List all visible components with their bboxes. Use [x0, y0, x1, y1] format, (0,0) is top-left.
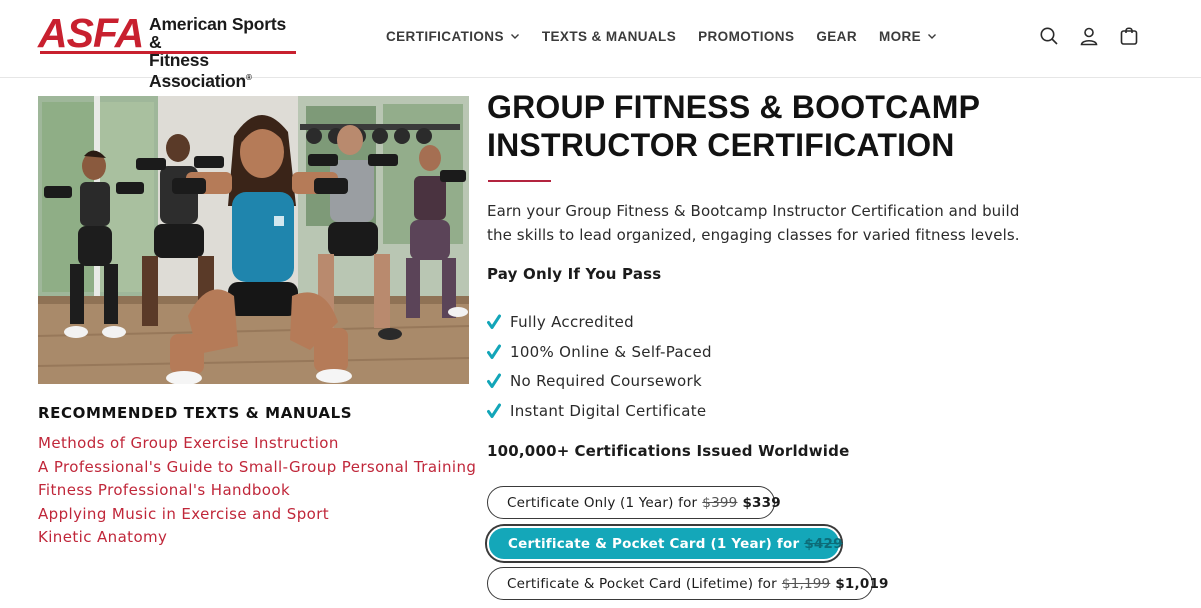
checkmark-icon — [487, 373, 501, 389]
recommended-list: Methods of Group Exercise Instruction A … — [38, 432, 476, 550]
recommended-link[interactable]: Methods of Group Exercise Instruction — [38, 432, 476, 456]
option-label: Certificate & Pocket Card (1 Year) for — [508, 535, 800, 552]
search-button[interactable] — [1038, 24, 1060, 48]
option-price: $365 — [847, 535, 887, 552]
chevron-down-icon — [510, 34, 519, 39]
feature-item: Instant Digital Certificate — [487, 396, 712, 426]
site-header: ASFA American Sports & Fitness Associati… — [0, 0, 1201, 90]
option-certificate-pocket-card-lifetime[interactable]: Certificate & Pocket Card (Lifetime) for… — [487, 567, 888, 600]
option-label: Certificate & Pocket Card (Lifetime) for — [507, 575, 777, 592]
feature-item: Fully Accredited — [487, 307, 712, 337]
product-description: Earn your Group Fitness & Bootcamp Instr… — [487, 202, 1020, 244]
option-old-price: $1,199 — [781, 575, 831, 592]
recommended-link[interactable]: Fitness Professional's Handbook — [38, 479, 476, 503]
title-divider — [488, 180, 551, 182]
main-nav: CERTIFICATIONS TEXTS & MANUALS PROMOTION… — [386, 27, 959, 45]
logo-underline — [40, 51, 296, 54]
cart-icon — [1120, 27, 1138, 45]
option-price: $1,019 — [835, 575, 889, 592]
logo-mark: ASFA — [38, 10, 144, 56]
option-old-price: $399 — [702, 494, 738, 511]
nav-texts-manuals[interactable]: TEXTS & MANUALS — [542, 29, 676, 44]
pay-note: Pay Only If You Pass — [487, 265, 662, 283]
recommended-link[interactable]: Kinetic Anatomy — [38, 526, 476, 550]
issued-count: 100,000+ Certifications Issued Worldwide — [487, 442, 849, 460]
checkmark-icon — [487, 314, 501, 329]
checkmark-icon — [487, 403, 501, 418]
nav-more[interactable]: MORE — [879, 29, 937, 44]
nav-promotions[interactable]: PROMOTIONS — [698, 29, 794, 44]
logo-name-line2: Fitness Association® — [149, 50, 252, 91]
product-title-line1: GROUP FITNESS & BOOTCAMP — [487, 89, 981, 125]
header-icons — [1038, 24, 1158, 48]
search-icon — [1040, 27, 1058, 45]
option-price: $339 — [742, 494, 781, 511]
product-title: GROUP FITNESS & BOOTCAMP INSTRUCTOR CERT… — [487, 88, 1047, 164]
feature-item: 100% Online & Self-Paced — [487, 337, 712, 367]
issued-number: 100,000+ — [487, 442, 570, 460]
checkmark-icon — [487, 344, 501, 359]
option-certificate-pocket-card-1yr[interactable]: Certificate & Pocket Card (1 Year) for $… — [487, 526, 886, 561]
option-old-price: $429 — [804, 535, 843, 552]
nav-certifications[interactable]: CERTIFICATIONS — [386, 29, 520, 44]
cart-button[interactable] — [1118, 24, 1140, 48]
recommended-title: RECOMMENDED TEXTS & MANUALS — [38, 404, 353, 422]
feature-list: Fully Accredited 100% Online & Self-Pace… — [487, 307, 712, 426]
logo-name-line1: American Sports & — [149, 14, 287, 52]
nav-gear[interactable]: GEAR — [816, 29, 857, 44]
product-hero-image — [38, 96, 469, 384]
option-certificate-only[interactable]: Certificate Only (1 Year) for $399 $339 — [487, 486, 781, 519]
option-label: Certificate Only (1 Year) for — [507, 494, 698, 511]
product-title-line2: INSTRUCTOR CERTIFICATION — [487, 127, 955, 163]
feature-item: No Required Coursework — [487, 366, 712, 396]
recommended-link[interactable]: Applying Music in Exercise and Sport — [38, 503, 476, 527]
asfa-logo[interactable]: ASFA American Sports & Fitness Associati… — [38, 10, 300, 90]
chevron-down-icon — [928, 34, 937, 39]
recommended-link[interactable]: A Professional's Guide to Small-Group Pe… — [38, 456, 476, 480]
issued-text: Certifications Issued Worldwide — [574, 442, 850, 460]
account-button[interactable] — [1078, 24, 1100, 48]
account-icon — [1080, 27, 1098, 46]
